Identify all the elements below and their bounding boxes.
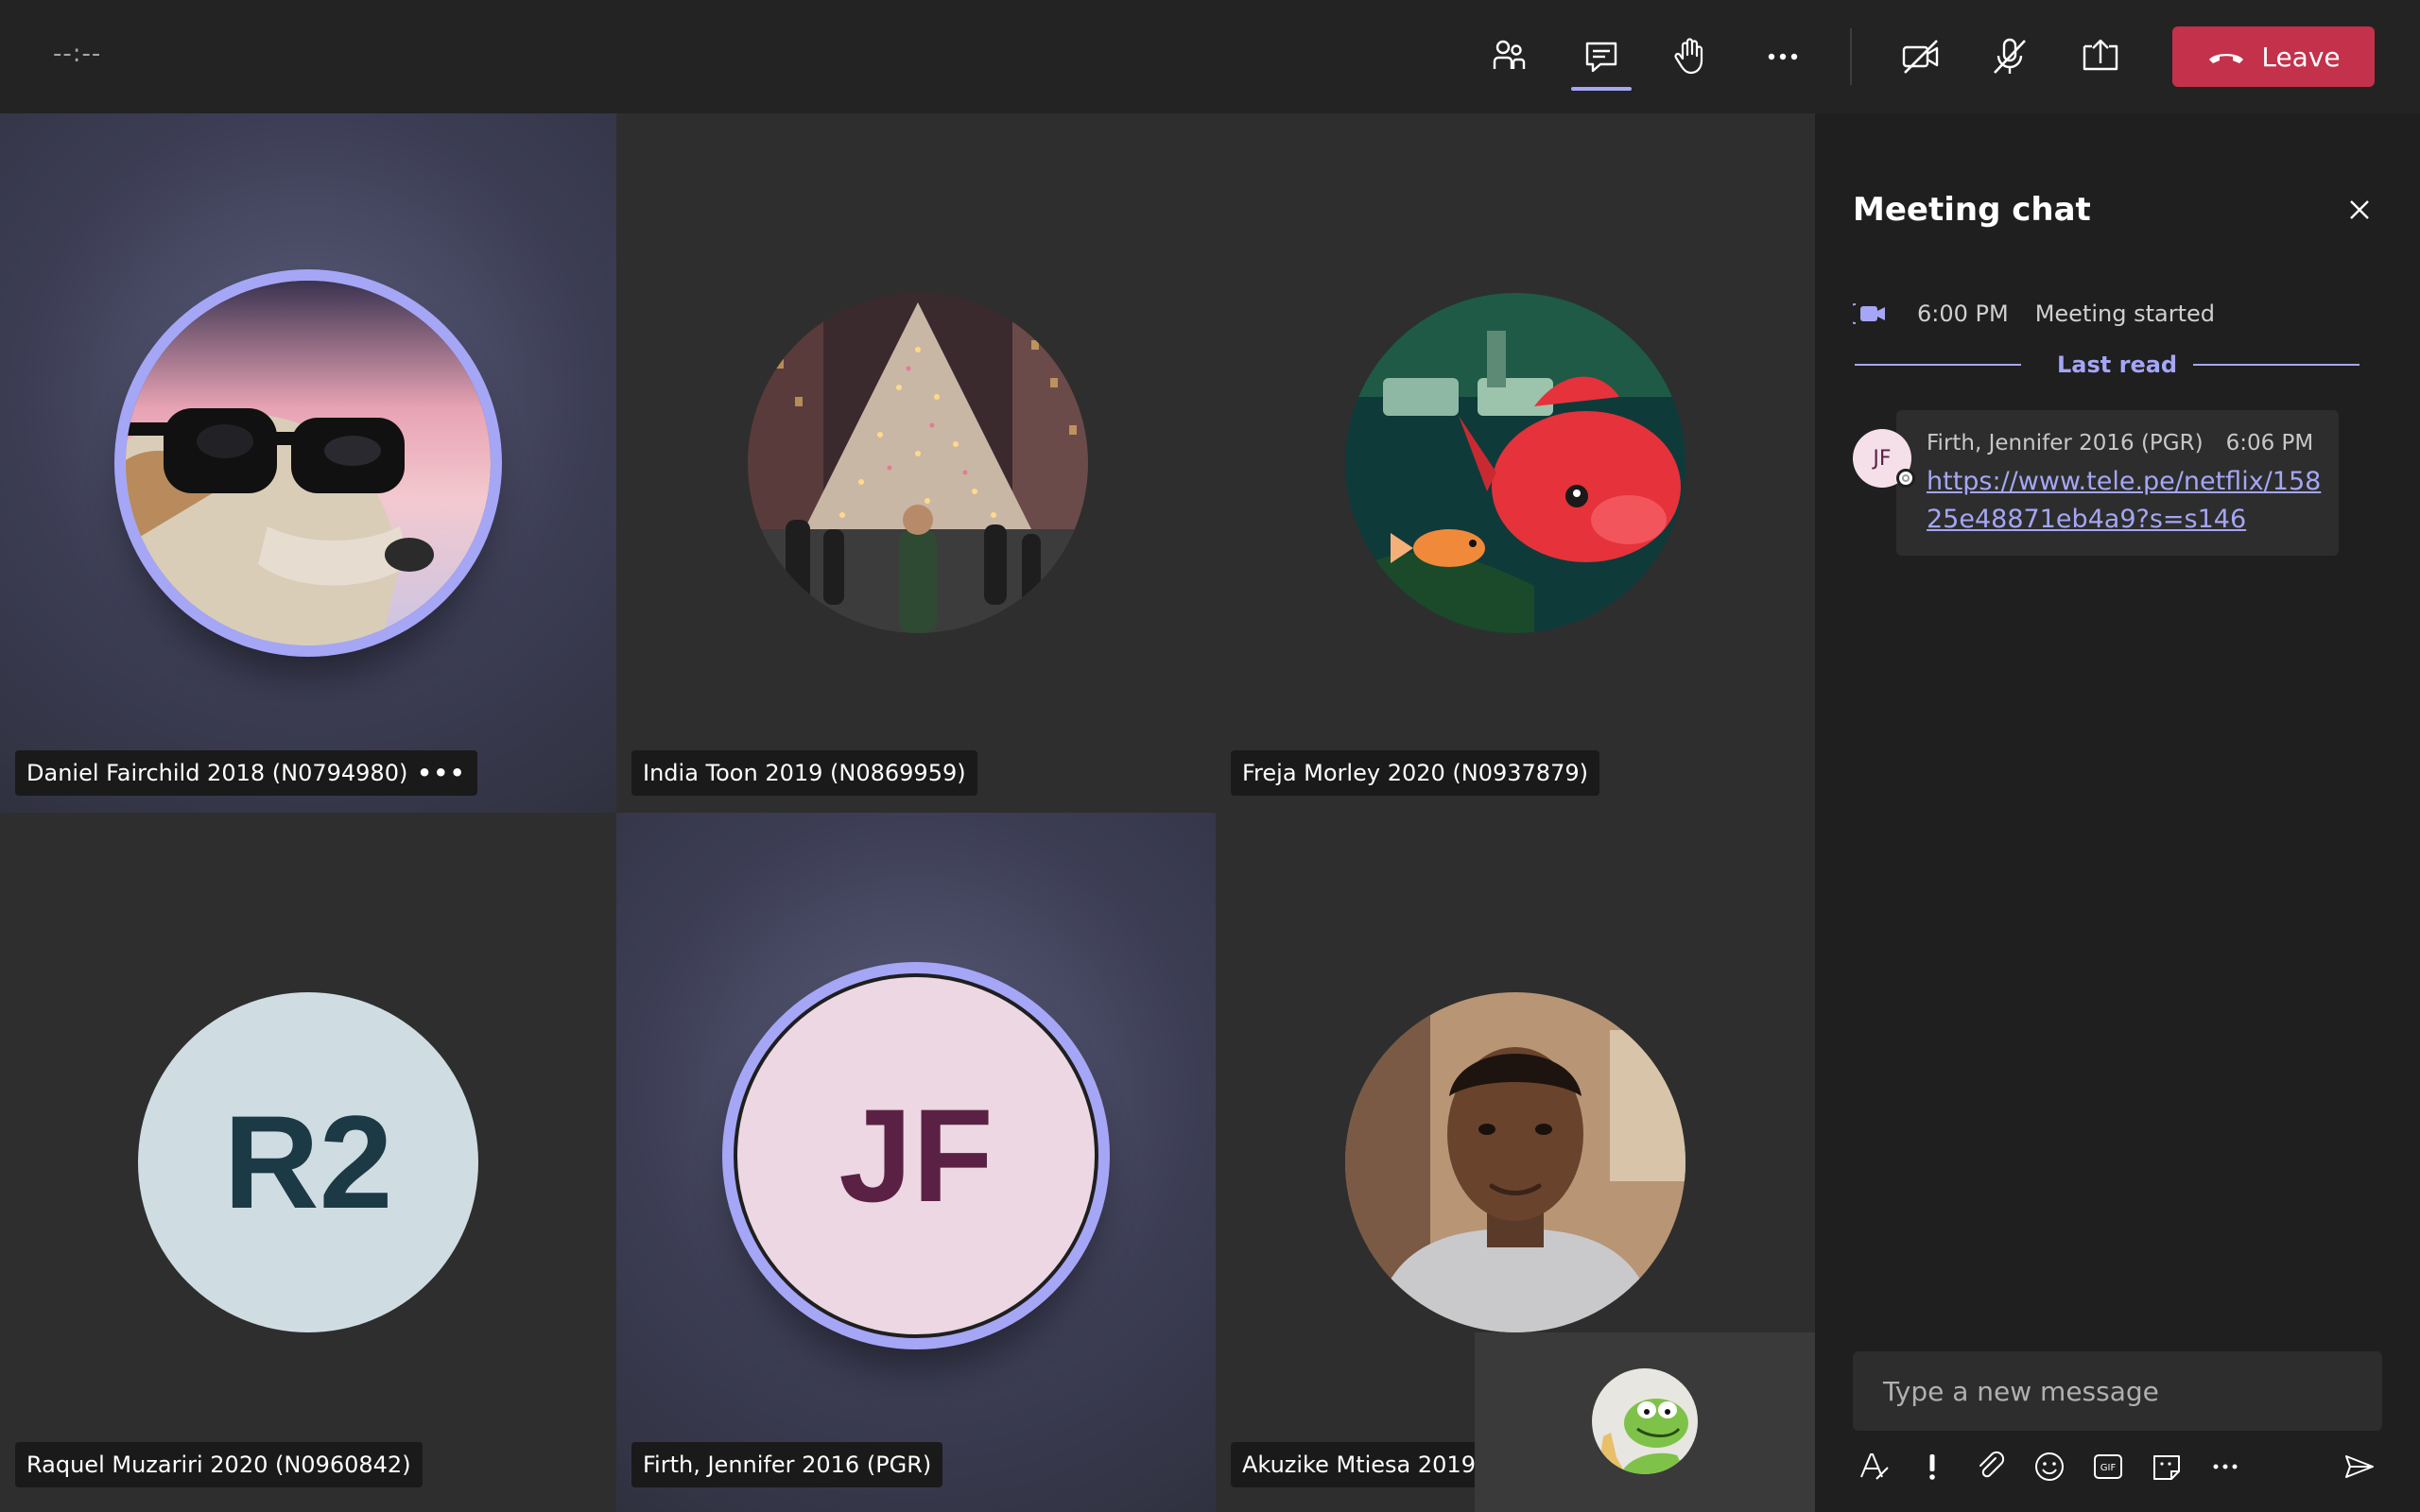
camera-off-icon [1902, 40, 1939, 74]
exclamation-icon [1929, 1454, 1935, 1480]
avatar-initials: R2 [223, 1088, 393, 1236]
meeting-chat-panel: Meeting chat 6:00 PM Meeting started Las… [1815, 113, 2420, 1512]
participant-name-tag: Daniel Fairchild 2018 (N0794980) ••• [15, 750, 478, 796]
self-view[interactable] [1475, 1332, 1815, 1512]
emoji-button[interactable] [2029, 1446, 2070, 1487]
participant-name: Firth, Jennifer 2016 (PGR) [643, 1452, 932, 1478]
participant-avatar [1345, 293, 1685, 633]
participant-avatar: JF [734, 973, 1098, 1338]
sticker-icon [2153, 1455, 2180, 1480]
dog-sunglasses-photo [126, 281, 491, 645]
more-options-button[interactable] [2204, 1446, 2246, 1487]
more-actions-button[interactable] [1753, 28, 1813, 85]
gif-button[interactable]: GIF [2087, 1446, 2129, 1487]
participant-avatar [126, 281, 491, 645]
participant-tile[interactable]: R2 Raquel Muzariri 2020 (N0960842) [0, 813, 616, 1512]
participant-more-button[interactable]: ••• [417, 760, 466, 786]
hand-icon [1674, 38, 1703, 75]
send-button[interactable] [2339, 1446, 2380, 1487]
participant-name-tag: Firth, Jennifer 2016 (PGR) [631, 1442, 943, 1487]
participant-name-tag: Raquel Muzariri 2020 (N0960842) [15, 1442, 423, 1487]
sticker-button[interactable] [2146, 1446, 2187, 1487]
more-icon [1768, 53, 1798, 60]
chat-icon [1585, 42, 1617, 73]
system-time: 6:00 PM [1917, 301, 2009, 327]
participant-tile[interactable]: Freja Morley 2020 (N0937879) [1216, 113, 1815, 813]
last-read-label: Last read [2057, 352, 2178, 378]
close-chat-button[interactable] [2341, 191, 2378, 229]
participants-button[interactable] [1478, 28, 1539, 85]
people-icon [1493, 40, 1526, 69]
leave-label: Leave [2261, 41, 2341, 73]
participant-name: Akuzike Mtiesa 2019 (T [1242, 1452, 1506, 1478]
raise-hand-button[interactable] [1660, 28, 1720, 85]
attach-button[interactable] [1970, 1446, 2012, 1487]
camera-toggle-button[interactable] [1891, 28, 1951, 85]
call-timer: --:-- [53, 40, 102, 68]
participant-tile[interactable]: JF Firth, Jennifer 2016 (PGR) [616, 813, 1216, 1512]
priority-button[interactable] [1911, 1446, 1953, 1487]
message-sender: Firth, Jennifer 2016 (PGR) [1927, 431, 2204, 455]
format-icon [1860, 1453, 1889, 1480]
last-read-divider [1855, 364, 2021, 366]
mic-off-icon [1994, 38, 2026, 74]
avatar-initials: JF [838, 1081, 994, 1229]
self-avatar [1592, 1368, 1698, 1474]
share-tray-icon [2083, 39, 2118, 71]
participant-name-tag: Freja Morley 2020 (N0937879) [1231, 750, 1599, 796]
svg-text:GIF: GIF [2100, 1463, 2117, 1473]
video-grid: Daniel Fairchild 2018 (N0794980) ••• Ind… [0, 113, 1815, 1512]
top-bar: --:-- Leave [0, 0, 2420, 113]
message-time: 6:06 PM [2225, 431, 2314, 455]
close-icon [2350, 200, 2369, 219]
system-text: Meeting started [2034, 301, 2215, 327]
chat-button[interactable] [1571, 28, 1632, 85]
participant-avatar: R2 [138, 992, 478, 1332]
participant-avatar [1345, 992, 1685, 1332]
kermit-photo [1592, 1368, 1698, 1474]
participant-avatar [748, 293, 1088, 633]
more-icon [2213, 1464, 2238, 1469]
active-tab-indicator [1571, 87, 1632, 91]
share-button[interactable] [2070, 28, 2131, 85]
meeting-camera-icon [1853, 303, 1885, 324]
participant-name: Freja Morley 2020 (N0937879) [1242, 760, 1588, 786]
participant-tile[interactable]: India Toon 2019 (N0869959) [616, 113, 1216, 813]
emoji-icon [2035, 1452, 2064, 1481]
participant-name: Daniel Fairchild 2018 (N0794980) [26, 760, 408, 786]
gif-icon: GIF [2094, 1454, 2122, 1479]
send-icon [2345, 1455, 2374, 1478]
leave-button[interactable]: Leave [2172, 26, 2375, 87]
goldfish-photo [1345, 293, 1685, 633]
message-meta: Firth, Jennifer 2016 (PGR) 6:06 PM [1927, 431, 2313, 455]
composer-placeholder: Type a new message [1883, 1376, 2159, 1407]
toolbar-divider [1850, 28, 1852, 85]
christmas-tree-photo [748, 293, 1088, 633]
participant-name: Raquel Muzariri 2020 (N0960842) [26, 1452, 411, 1478]
system-message: 6:00 PM Meeting started [1853, 299, 2215, 329]
chat-title: Meeting chat [1853, 191, 2091, 229]
hang-up-icon [2209, 54, 2244, 63]
presence-status-icon [1896, 469, 1915, 488]
participant-name: India Toon 2019 (N0869959) [643, 760, 966, 786]
person-photo [1345, 992, 1685, 1332]
participant-tile[interactable]: Daniel Fairchild 2018 (N0794980) ••• [0, 113, 616, 813]
participant-name-tag: India Toon 2019 (N0869959) [631, 750, 977, 796]
message-composer[interactable]: Type a new message [1853, 1351, 2382, 1431]
message-link[interactable]: https://www.tele.pe/netflix/15825e48871e… [1927, 463, 2324, 539]
paperclip-icon [1979, 1451, 2005, 1478]
composer-toolbar: GIF [1853, 1446, 2382, 1493]
format-button[interactable] [1853, 1446, 1894, 1487]
mic-toggle-button[interactable] [1979, 28, 2040, 85]
last-read-divider [2193, 364, 2360, 366]
